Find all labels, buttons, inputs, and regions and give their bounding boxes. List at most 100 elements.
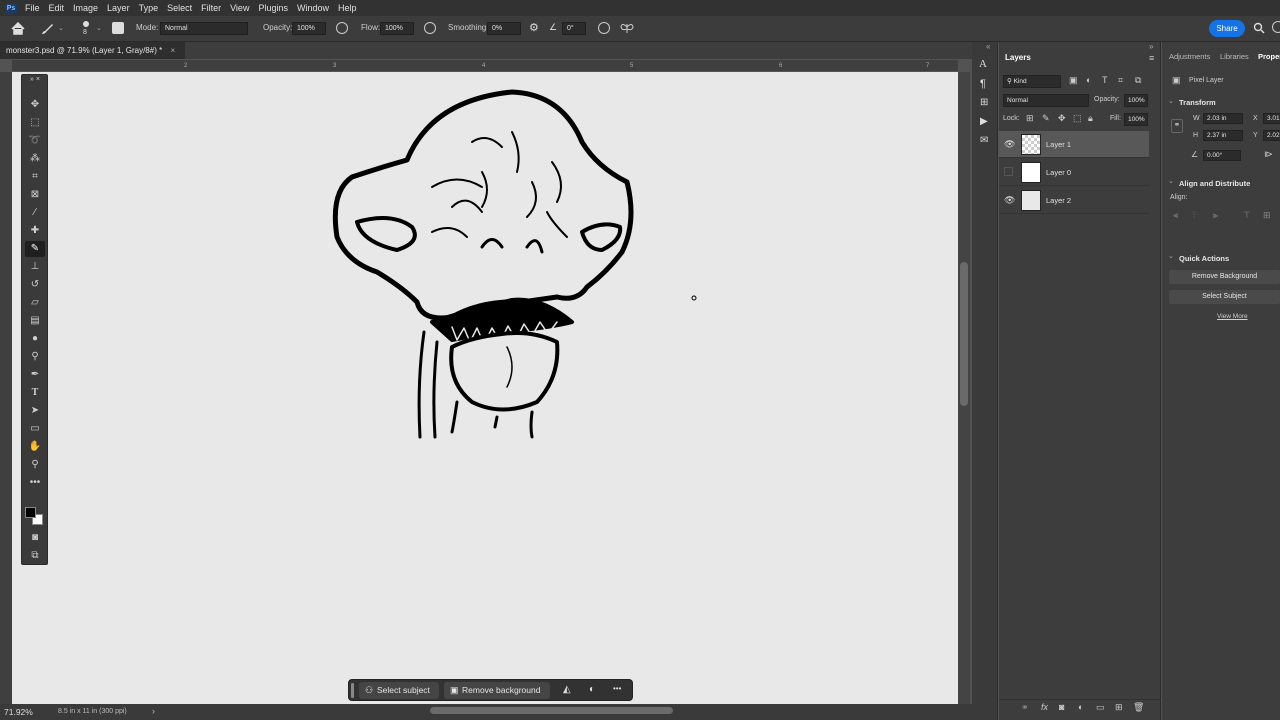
lasso-tool-icon[interactable]: ➰ <box>25 133 45 149</box>
dodge-tool-icon[interactable]: ⚲ <box>25 349 45 365</box>
document-tab[interactable]: monster3.psd @ 71.9% (Layer 1, Gray/8#) … <box>0 42 186 59</box>
filter-smart-object-icon[interactable]: ⧉ <box>1135 75 1141 86</box>
flip-horizontal-icon[interactable]: ⧐ <box>1264 149 1273 160</box>
pressure-size-icon[interactable] <box>598 22 610 34</box>
brush-tool-icon[interactable]: ✎ <box>25 241 45 257</box>
angle-field[interactable]: 0° <box>562 22 586 35</box>
blur-tool-icon[interactable]: ● <box>25 331 45 347</box>
x-field[interactable]: 3.01 <box>1263 113 1280 124</box>
menu-select[interactable]: Select <box>167 3 192 13</box>
menu-window[interactable]: Window <box>297 3 329 13</box>
chevron-down-icon[interactable]: ⌄ <box>96 24 102 32</box>
layer-row-layer-1[interactable]: 👁︎ Layer 1 <box>999 131 1149 158</box>
blend-mode-dropdown[interactable]: Normal <box>1003 94 1089 107</box>
layer-row-layer-0[interactable]: Layer 0 <box>999 159 1149 186</box>
layers-tab[interactable]: Layers <box>1005 53 1031 62</box>
home-icon[interactable] <box>11 22 25 35</box>
menu-file[interactable]: File <box>25 3 40 13</box>
clone-stamp-tool-icon[interactable]: ⊥ <box>25 259 45 275</box>
filter-pixel-icon[interactable]: ▣ <box>1069 75 1078 86</box>
collapse-toolbar-icon[interactable]: » × <box>25 75 45 85</box>
chevron-down-icon[interactable]: ⌄ <box>1168 252 1174 260</box>
transform-icon[interactable]: ◭ <box>563 684 571 695</box>
height-field[interactable]: 2.37 in <box>1203 130 1243 141</box>
status-menu-arrow[interactable]: › <box>152 706 155 716</box>
brush-size-dot-icon[interactable] <box>83 21 89 27</box>
menu-layer[interactable]: Layer <box>107 3 130 13</box>
align-middle-icon[interactable]: ⊞ <box>1263 210 1271 221</box>
filter-shape-icon[interactable]: ⌗ <box>1118 75 1123 86</box>
layer-row-layer-2[interactable]: 👁︎ Layer 2 <box>999 187 1149 214</box>
brush-settings-icon[interactable] <box>112 22 124 34</box>
menu-view[interactable]: View <box>230 3 249 13</box>
menu-image[interactable]: Image <box>73 3 98 13</box>
mode-dropdown[interactable]: Normal <box>160 22 248 35</box>
hand-tool-icon[interactable]: ✋ <box>25 439 45 455</box>
airbrush-icon[interactable] <box>424 22 436 34</box>
horizontal-scroll-thumb[interactable] <box>430 707 673 714</box>
brush-tool-preset-icon[interactable] <box>40 23 54 35</box>
vertical-scroll-thumb[interactable] <box>960 262 968 406</box>
zoom-tool-icon[interactable]: ⚲ <box>25 457 45 473</box>
trash-icon[interactable]: 🗑︎ <box>1133 702 1144 713</box>
new-group-icon[interactable]: ▭ <box>1096 702 1105 713</box>
eye-icon[interactable]: 👁︎ <box>1004 195 1015 206</box>
frame-tool-icon[interactable]: ⊠ <box>25 187 45 203</box>
share-button[interactable]: Share <box>1209 20 1245 37</box>
link-layers-icon[interactable]: ⚭ <box>1021 702 1029 713</box>
measurement-icon[interactable]: ⊞ <box>980 97 988 108</box>
align-right-icon[interactable]: ⫸ <box>1213 210 1218 221</box>
lock-artboard-icon[interactable]: ⬚ <box>1073 113 1082 124</box>
magic-wand-tool-icon[interactable]: ⁂ <box>25 151 45 167</box>
menu-filter[interactable]: Filter <box>201 3 221 13</box>
play-actions-icon[interactable]: ▶ <box>980 116 988 127</box>
visibility-off-box[interactable] <box>1004 167 1013 176</box>
link-dimensions-icon[interactable]: ⚭ <box>1171 119 1183 133</box>
filter-adjustment-icon[interactable]: ◐ <box>1086 75 1091 85</box>
paragraph-panel-icon[interactable]: ¶ <box>980 78 986 90</box>
adjustment-icon[interactable]: ◐ <box>589 684 595 695</box>
lock-all-icon[interactable]: 🔒︎ <box>1088 113 1093 124</box>
pressure-opacity-icon[interactable] <box>336 22 348 34</box>
history-brush-tool-icon[interactable]: ↺ <box>25 277 45 293</box>
layer-filter-kind-dropdown[interactable]: ⚲ Kind <box>1003 75 1061 88</box>
chevron-down-icon[interactable]: ⌄ <box>58 24 64 32</box>
filter-type-icon[interactable]: T <box>1102 75 1108 85</box>
view-more-link[interactable]: View More <box>1217 313 1248 320</box>
comments-icon[interactable]: ✉ <box>980 135 988 146</box>
type-tool-icon[interactable]: T <box>25 385 45 401</box>
panel-menu-icon[interactable]: ≡ <box>1149 53 1154 63</box>
canvas[interactable] <box>12 72 958 704</box>
gear-icon[interactable]: ⚙ <box>529 21 539 34</box>
fx-icon[interactable]: fx <box>1041 702 1048 712</box>
symmetry-butterfly-icon[interactable] <box>620 21 634 35</box>
y-field[interactable]: 2.02 <box>1263 130 1280 141</box>
select-subject-button[interactable]: ⚇ Select subject <box>359 682 439 699</box>
opacity-field[interactable]: 100% <box>292 22 326 35</box>
lock-transparent-icon[interactable]: ⊞ <box>1026 113 1034 124</box>
eraser-tool-icon[interactable]: ▱ <box>25 295 45 311</box>
drag-handle-icon[interactable] <box>351 683 354 698</box>
remove-background-action[interactable]: Remove Background <box>1169 270 1280 284</box>
tab-libraries[interactable]: Libraries <box>1220 52 1249 61</box>
healing-brush-tool-icon[interactable]: ✚ <box>25 223 45 239</box>
more-tools-icon[interactable]: ••• <box>25 475 45 491</box>
rotation-field[interactable]: 0.00° <box>1203 150 1241 161</box>
width-field[interactable]: 2.03 in <box>1203 113 1243 124</box>
select-subject-action[interactable]: Select Subject <box>1169 290 1280 304</box>
search-icon[interactable] <box>1253 22 1265 34</box>
collapse-icon[interactable]: » <box>1149 42 1153 51</box>
align-top-icon[interactable]: ⊤ <box>1243 210 1251 221</box>
path-selection-tool-icon[interactable]: ➤ <box>25 403 45 419</box>
lock-image-icon[interactable]: ✎ <box>1042 113 1050 124</box>
new-layer-icon[interactable]: ⊞ <box>1115 702 1123 713</box>
layer-opacity-field[interactable]: 100% <box>1124 94 1148 107</box>
chevron-down-icon[interactable]: ⌄ <box>1168 97 1174 105</box>
rectangle-tool-icon[interactable]: ▭ <box>25 421 45 437</box>
menu-edit[interactable]: Edit <box>49 3 65 13</box>
align-left-icon[interactable]: ⫷ <box>1173 210 1178 221</box>
menu-type[interactable]: Type <box>139 3 159 13</box>
menu-help[interactable]: Help <box>338 3 357 13</box>
move-tool-icon[interactable]: ✥ <box>25 97 45 113</box>
flow-field[interactable]: 100% <box>380 22 414 35</box>
